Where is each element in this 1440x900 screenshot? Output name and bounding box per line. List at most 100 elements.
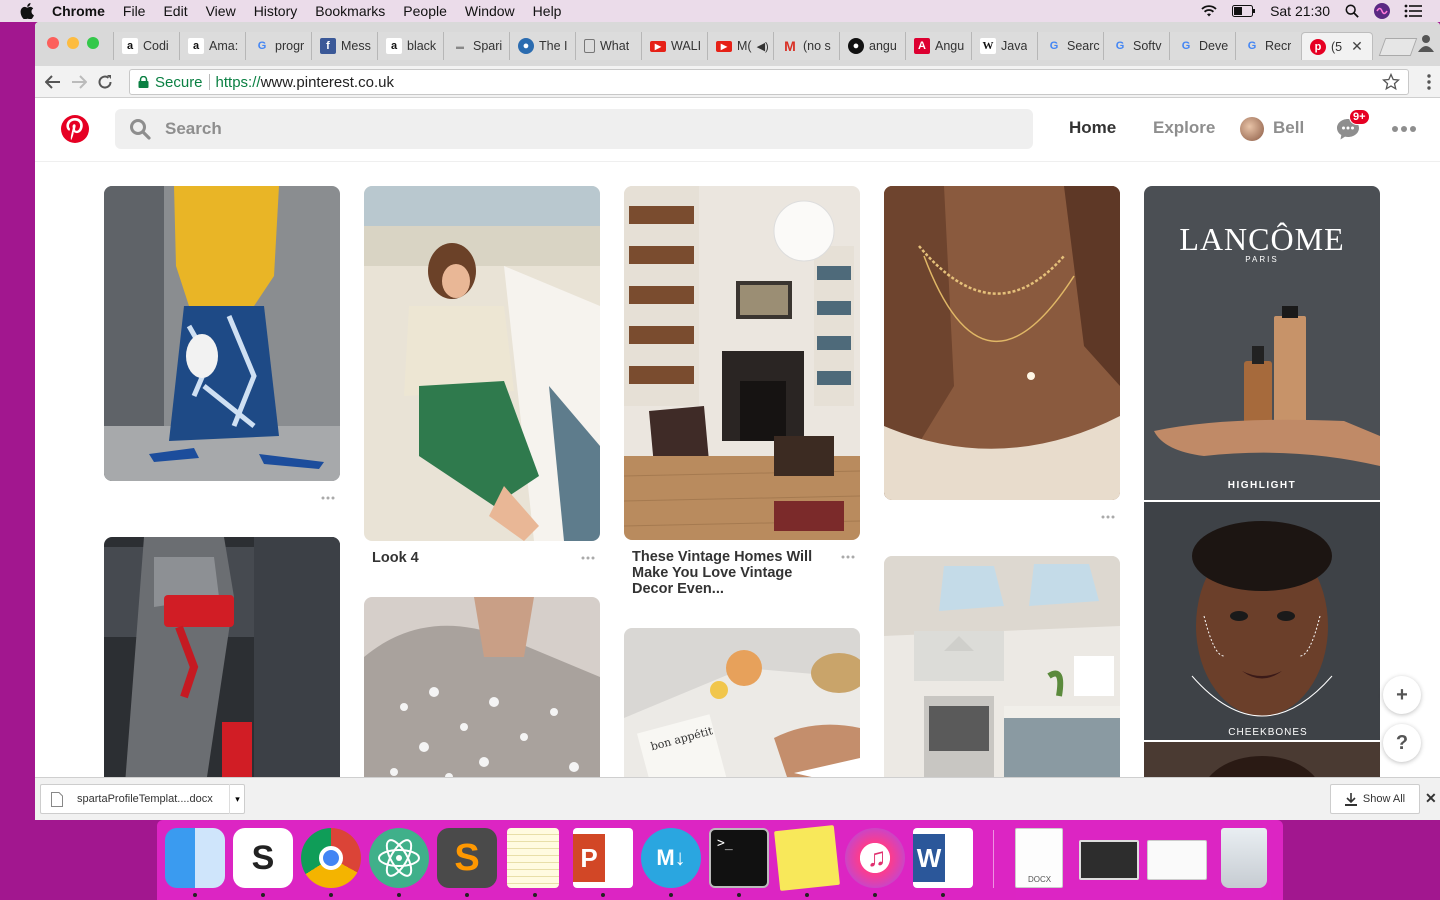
menu-people[interactable]: People xyxy=(403,3,447,19)
siri-icon[interactable] xyxy=(1374,3,1390,19)
tab-label: Spari xyxy=(473,39,503,53)
close-shelf-icon[interactable]: ✕ xyxy=(1425,790,1437,807)
menu-file[interactable]: File xyxy=(123,3,146,19)
chrome-icon[interactable] xyxy=(301,828,361,888)
notification-center-icon[interactable] xyxy=(1404,4,1422,18)
add-pin-button[interactable]: + xyxy=(1383,676,1421,714)
notes-icon[interactable] xyxy=(507,828,559,888)
pin-title-vintage[interactable]: These Vintage Homes Will Make You Love V… xyxy=(632,549,832,597)
download-options-caret[interactable]: ▾ xyxy=(229,784,245,814)
pin-more-icon[interactable] xyxy=(321,496,335,500)
spotlight-search-icon[interactable] xyxy=(1344,4,1360,18)
pin-street-style-sweater[interactable] xyxy=(104,186,340,481)
tab-3[interactable]: f Mess xyxy=(311,32,377,60)
menu-app-name[interactable]: Chrome xyxy=(52,3,105,19)
tab-9[interactable]: ▶ M(◀) xyxy=(707,32,773,60)
powerpoint-icon[interactable]: P xyxy=(573,828,633,888)
pin-more-icon[interactable] xyxy=(1101,515,1115,519)
tab-label: (no s xyxy=(803,39,831,53)
menu-view[interactable]: View xyxy=(206,3,236,19)
menu-help[interactable]: Help xyxy=(533,3,562,19)
tab-6[interactable]: ● The I xyxy=(509,32,575,60)
more-options-icon[interactable] xyxy=(1392,126,1416,132)
trash-icon[interactable] xyxy=(1221,828,1267,888)
tab-18-active[interactable]: p (5 ✕ xyxy=(1301,32,1373,60)
close-tab-icon[interactable]: ✕ xyxy=(1351,38,1363,55)
tab-11[interactable]: ● angu xyxy=(839,32,905,60)
pin-more-icon[interactable] xyxy=(841,555,855,559)
menubar-clock[interactable]: Sat 21:30 xyxy=(1270,3,1330,19)
tab-15[interactable]: G Softv xyxy=(1103,32,1169,60)
reload-button[interactable] xyxy=(95,72,115,92)
url-scheme: https:// xyxy=(215,73,261,91)
pin-vintage-living-room[interactable] xyxy=(624,186,860,540)
pinterest-search-bar[interactable]: Search xyxy=(115,109,1033,149)
audio-playing-icon[interactable]: ◀) xyxy=(757,40,769,53)
pin-look-4[interactable] xyxy=(364,186,600,541)
tab-10[interactable]: M (no s xyxy=(773,32,839,60)
stickies-icon[interactable] xyxy=(774,825,840,891)
bookmark-star-icon[interactable] xyxy=(1382,73,1400,91)
menu-history[interactable]: History xyxy=(254,3,298,19)
back-button[interactable] xyxy=(43,72,63,92)
show-all-downloads-button[interactable]: Show All xyxy=(1330,784,1420,814)
nav-explore[interactable]: Explore xyxy=(1153,118,1215,138)
address-bar[interactable]: Secure https:// www.pinterest.co.uk xyxy=(129,69,1409,95)
pin-title-look[interactable]: Look 4 xyxy=(372,550,419,566)
tab-14[interactable]: G Searc xyxy=(1037,32,1103,60)
sublime-text-icon[interactable]: S xyxy=(437,828,497,888)
menu-edit[interactable]: Edit xyxy=(163,3,187,19)
nav-home[interactable]: Home xyxy=(1069,118,1116,138)
zoom-window-button[interactable] xyxy=(87,37,99,49)
running-indicator xyxy=(261,893,265,897)
screenshot-thumbnail-icon[interactable] xyxy=(1079,840,1139,880)
markdown-editor-icon[interactable]: M↓ xyxy=(641,828,701,888)
preview-thumbnail-icon[interactable] xyxy=(1147,840,1207,880)
wifi-icon[interactable] xyxy=(1200,4,1218,18)
menu-window[interactable]: Window xyxy=(465,3,515,19)
tab-label: Searc xyxy=(1067,39,1100,53)
tab-1[interactable]: a Ama: xyxy=(179,32,245,60)
download-item[interactable]: spartaProfileTemplat....docx xyxy=(40,784,245,814)
chrome-menu-icon[interactable] xyxy=(1426,72,1432,92)
tab-5[interactable]: ▬ Spari xyxy=(443,32,509,60)
pin-sequin-dress[interactable] xyxy=(364,597,600,777)
tab-0[interactable]: a Codi xyxy=(113,32,179,60)
user-name-link[interactable]: Bell xyxy=(1273,118,1304,138)
avatar[interactable] xyxy=(1240,117,1264,141)
new-tab-button[interactable] xyxy=(1378,38,1418,56)
pin-lancome-ad[interactable]: LANCÔME PARIS HIGHLIGHT CHEEKBONES xyxy=(1144,186,1380,777)
slack-icon[interactable]: S xyxy=(233,828,293,888)
battery-icon[interactable] xyxy=(1232,4,1256,18)
pinterest-logo-icon[interactable] xyxy=(60,114,90,144)
tab-label: What xyxy=(600,39,630,53)
terminal-icon[interactable]: >_ xyxy=(709,828,769,888)
tab-2[interactable]: Gprogr xyxy=(245,32,311,60)
minimize-window-button[interactable] xyxy=(67,37,79,49)
tab-17[interactable]: G Recr xyxy=(1235,32,1301,60)
tab-13[interactable]: W Java xyxy=(971,32,1037,60)
pin-breakfast-flatlay[interactable]: bon appétit xyxy=(624,628,860,777)
tab-12[interactable]: A Angu xyxy=(905,32,971,60)
pin-street-style-red-bag[interactable] xyxy=(104,537,340,777)
tab-16[interactable]: G Deve xyxy=(1169,32,1235,60)
chrome-window: a Codi a Ama: Gprogr f Mess a black ▬ Spari ●… xyxy=(35,22,1440,820)
finder-icon[interactable] xyxy=(165,828,225,888)
atom-icon[interactable] xyxy=(369,828,429,888)
window-controls xyxy=(47,37,99,49)
word-icon[interactable]: W xyxy=(913,828,973,888)
chrome-profile-icon[interactable] xyxy=(1418,34,1434,52)
tab-8[interactable]: ▶ WALI xyxy=(641,32,707,60)
docx-document-icon[interactable]: DOCX xyxy=(1015,828,1063,888)
pin-white-kitchen[interactable] xyxy=(884,556,1120,777)
tab-7[interactable]: What xyxy=(575,32,641,60)
pin-gold-necklace[interactable] xyxy=(884,186,1120,500)
close-window-button[interactable] xyxy=(47,37,59,49)
forward-button[interactable] xyxy=(69,72,89,92)
pin-more-icon[interactable] xyxy=(581,556,595,560)
apple-icon[interactable] xyxy=(20,3,34,19)
help-button[interactable]: ? xyxy=(1383,724,1421,762)
itunes-icon[interactable]: ♫ xyxy=(845,828,905,888)
menu-bookmarks[interactable]: Bookmarks xyxy=(315,3,385,19)
tab-4[interactable]: a black xyxy=(377,32,443,60)
